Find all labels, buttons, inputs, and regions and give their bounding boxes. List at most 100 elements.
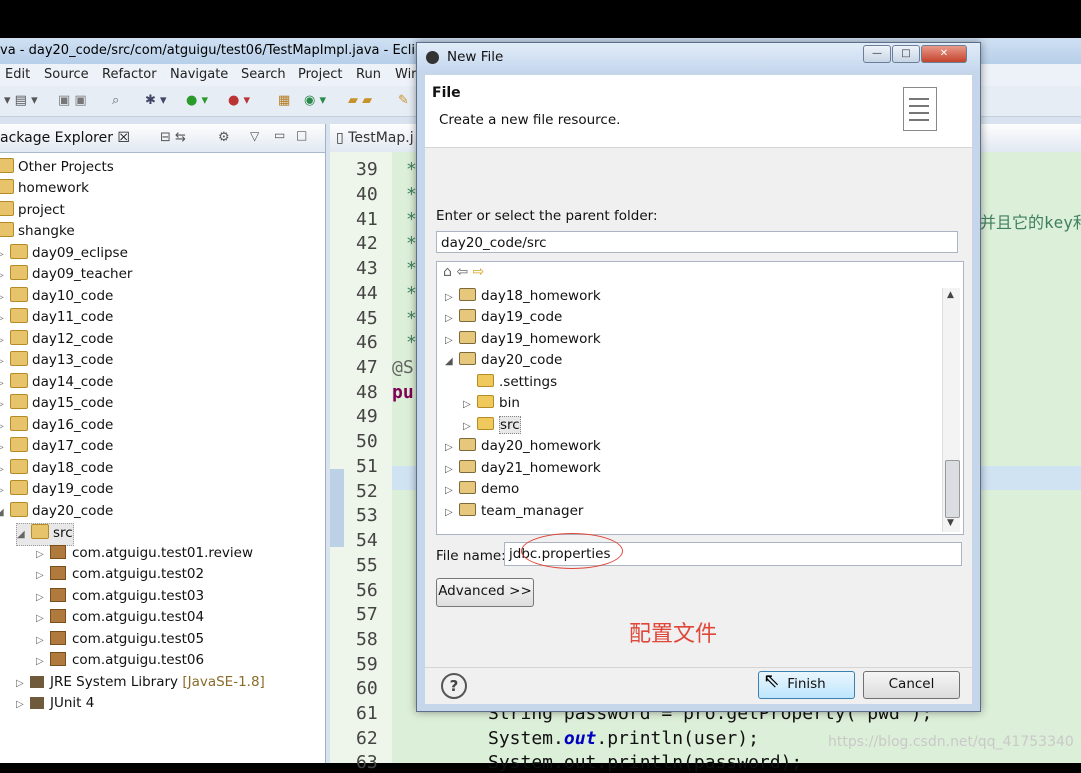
minimize-button[interactable]: —	[863, 45, 891, 63]
expand-arrow-icon[interactable]: ▷	[0, 421, 10, 432]
collapse-arrow-icon[interactable]: ◢	[0, 507, 10, 518]
expand-arrow-icon[interactable]: ▷	[36, 592, 50, 603]
tree-item[interactable]: ▷ day13_code	[0, 351, 113, 372]
tree-item[interactable]: ▷ day09_eclipse	[0, 244, 128, 265]
tree-item[interactable]: ▷ day09_teacher	[0, 265, 132, 286]
expand-arrow-icon[interactable]: ▷	[16, 699, 30, 710]
expand-arrow-icon[interactable]: ▷	[0, 292, 10, 303]
external-tools-icon[interactable]: ● ▾	[228, 93, 250, 108]
tree-item[interactable]: ▷ day11_code	[0, 308, 113, 329]
folder-tree-item[interactable]: ▷ day19_homework	[445, 331, 601, 351]
advanced-button[interactable]: Advanced >>	[436, 578, 534, 607]
tree-item[interactable]: ▷ day16_code	[0, 416, 113, 437]
folder-tree-item[interactable]: ▷ day18_homework	[445, 288, 601, 308]
expand-arrow-icon[interactable]: ▷	[445, 507, 459, 518]
maximize-icon[interactable]: □	[296, 128, 307, 142]
expand-arrow-icon[interactable]: ▷	[0, 378, 10, 389]
tree-item[interactable]: ▷ JRE System Library [JavaSE-1.8]	[16, 674, 265, 695]
menu-window[interactable]: Wir	[395, 67, 417, 82]
open-folder-icon[interactable]: ▰ ▰	[348, 93, 372, 108]
help-icon[interactable]: ?	[441, 673, 467, 699]
menu-refactor[interactable]: Refactor	[102, 67, 157, 82]
filter-icon[interactable]: ⚙	[218, 130, 230, 145]
run-icon[interactable]: ● ▾	[186, 93, 208, 108]
pen-icon[interactable]: ✎	[398, 93, 409, 108]
tree-item[interactable]: Other Projects	[0, 158, 114, 179]
tree-item[interactable]: ▷ com.atguigu.test02	[36, 566, 204, 587]
tree-item[interactable]: project	[0, 201, 65, 222]
home-icon[interactable]: ⌂	[443, 264, 452, 280]
folder-tree-item[interactable]: ▷ team_manager	[445, 503, 583, 523]
expand-arrow-icon[interactable]: ▷	[0, 464, 10, 475]
tree-item[interactable]: ▷ com.atguigu.test05	[36, 631, 204, 652]
close-button[interactable]: ✕	[921, 45, 967, 63]
menu-search[interactable]: Search	[241, 67, 286, 82]
expand-arrow-icon[interactable]: ▷	[0, 335, 10, 346]
expand-arrow-icon[interactable]: ▷	[445, 442, 459, 453]
debug-icon[interactable]: ✱ ▾	[145, 93, 167, 108]
new-package-icon[interactable]: ▦	[278, 93, 290, 108]
tree-item[interactable]: shangke	[0, 222, 75, 243]
folder-tree-item[interactable]: .settings	[463, 374, 557, 394]
expand-arrow-icon[interactable]: ▷	[0, 313, 10, 324]
tree-item[interactable]: ▷ com.atguigu.test03	[36, 588, 204, 609]
expand-arrow-icon[interactable]: ▷	[16, 678, 30, 689]
tree-item[interactable]: ▷ com.atguigu.test04	[36, 609, 204, 630]
expand-arrow-icon[interactable]: ▷	[445, 292, 459, 303]
folder-tree-item-selected[interactable]: ▷ src	[463, 416, 521, 437]
menu-navigate[interactable]: Navigate	[170, 67, 228, 82]
expand-arrow-icon[interactable]: ▷	[0, 399, 10, 410]
scroll-down-icon[interactable]: ▼	[947, 518, 954, 528]
folder-tree-item[interactable]: ▷ day19_code	[445, 309, 562, 329]
expand-arrow-icon[interactable]: ▷	[0, 249, 10, 260]
menu-run[interactable]: Run	[356, 67, 381, 82]
tree-item[interactable]: ▷ day12_code	[0, 330, 113, 351]
expand-arrow-icon[interactable]: ▷	[36, 635, 50, 646]
expand-arrow-icon[interactable]: ▷	[36, 549, 50, 560]
collapse-arrow-icon[interactable]: ◢	[17, 529, 31, 540]
view-menu-icon[interactable]: ▽	[250, 129, 259, 143]
expand-arrow-icon[interactable]: ▷	[445, 464, 459, 475]
tree-item[interactable]: ▷ day17_code	[0, 437, 113, 458]
back-arrow-icon[interactable]: ⇦	[456, 264, 468, 280]
expand-arrow-icon[interactable]: ▷	[445, 313, 459, 324]
parent-folder-input[interactable]: day20_code/src	[436, 231, 958, 253]
tree-item[interactable]: ▷ day19_code	[0, 480, 113, 501]
open-type-icon[interactable]: ⌕	[112, 93, 119, 108]
dialog-titlebar[interactable]: New File — □ ✕	[417, 43, 980, 71]
tree-item[interactable]: ▷ day18_code	[0, 459, 113, 480]
folder-tree-item[interactable]: ▷ demo	[445, 481, 519, 501]
menu-project[interactable]: Project	[298, 67, 342, 82]
save-icon[interactable]: ▣ ▣	[58, 93, 87, 108]
expand-arrow-icon[interactable]: ▷	[36, 656, 50, 667]
folder-tree-item[interactable]: ▷ day21_homework	[445, 460, 601, 480]
scroll-up-icon[interactable]: ▲	[947, 290, 954, 300]
expand-arrow-icon[interactable]: ▷	[0, 442, 10, 453]
folder-tree-item[interactable]: ▷ bin	[463, 395, 520, 415]
cancel-button[interactable]: Cancel	[863, 671, 960, 699]
package-explorer-tab[interactable]: ackage Explorer ☒ ⊟ ⇆ ⚙ ▽ ▭ □	[0, 124, 325, 153]
vertical-scrollbar[interactable]: ▲ ▼	[942, 288, 960, 532]
expand-arrow-icon[interactable]: ▷	[0, 485, 10, 496]
menu-source[interactable]: Source	[44, 67, 89, 82]
collapse-all-icon[interactable]: ⊟ ⇆	[160, 130, 186, 145]
tree-item[interactable]: ▷ day14_code	[0, 373, 113, 394]
expand-arrow-icon[interactable]: ▷	[0, 356, 10, 367]
expand-arrow-icon[interactable]: ▷	[36, 613, 50, 624]
minimize-icon[interactable]: ▭	[274, 128, 285, 142]
expand-arrow-icon[interactable]: ▷	[463, 421, 477, 432]
tree-item[interactable]: ▷ day15_code	[0, 394, 113, 415]
tree-item[interactable]: ▷ JUnit 4	[16, 695, 94, 716]
tree-item[interactable]: ▷ com.atguigu.test01.review	[36, 545, 253, 566]
collapse-arrow-icon[interactable]: ◢	[445, 356, 459, 367]
new-class-icon[interactable]: ◉ ▾	[304, 93, 326, 108]
folder-tree-item[interactable]: ▷ day20_homework	[445, 438, 601, 458]
folder-tree-item[interactable]: ◢ day20_code	[445, 352, 562, 372]
scrollbar-thumb[interactable]	[945, 460, 960, 518]
tree-item[interactable]: ◢ day20_code	[0, 502, 113, 523]
tree-item[interactable]: ▷ com.atguigu.test06	[36, 652, 204, 673]
tree-item[interactable]: ▷ day10_code	[0, 287, 113, 308]
expand-arrow-icon[interactable]: ▷	[445, 335, 459, 346]
tree-item-selected[interactable]: ◢ src	[16, 523, 74, 546]
expand-arrow-icon[interactable]: ▷	[0, 270, 10, 281]
